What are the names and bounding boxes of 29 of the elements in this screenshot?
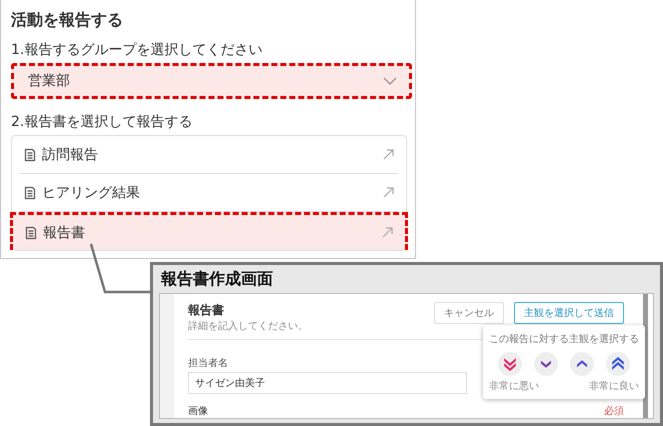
step-label: 1.報告するグループを選択してください: [11, 41, 264, 59]
external-arrow-icon: [383, 187, 394, 198]
rating-button[interactable]: [498, 352, 522, 376]
rating-button[interactable]: [606, 352, 630, 376]
rating-label: 非常に良い: [589, 380, 639, 393]
callout-title: 報告書作成画面: [161, 269, 274, 290]
form-subtitle: 詳細を記入してください。: [188, 320, 309, 333]
panel-title: 活動を報告する: [11, 10, 124, 31]
document-icon: [24, 148, 36, 162]
required-label: 必須: [604, 404, 624, 418]
external-arrow-icon: [382, 227, 393, 238]
report-item[interactable]: 訪問報告: [20, 136, 398, 174]
send-button[interactable]: 主観を選択して送信: [514, 302, 624, 324]
popover-title: この報告に対する主観を選択する: [489, 332, 639, 346]
group-select[interactable]: 営業部: [11, 63, 412, 99]
step-label: 2.報告書を選択して報告する: [11, 113, 194, 131]
report-item[interactable]: 報告書: [10, 212, 408, 250]
document-icon: [25, 226, 37, 240]
field-label: 画像: [188, 405, 208, 418]
form-title: 報告書: [188, 302, 225, 319]
cancel-button[interactable]: キャンセル: [434, 302, 504, 324]
rating-label: 非常に悪い: [489, 380, 539, 393]
document-icon: [24, 186, 36, 200]
rating-button[interactable]: [534, 352, 558, 376]
rating-button[interactable]: [570, 352, 594, 376]
input-field[interactable]: サイゼン由美子: [188, 372, 467, 394]
external-arrow-icon: [383, 149, 394, 160]
field-label: 担当者名: [188, 356, 228, 370]
chevron-down-icon: [383, 77, 397, 85]
